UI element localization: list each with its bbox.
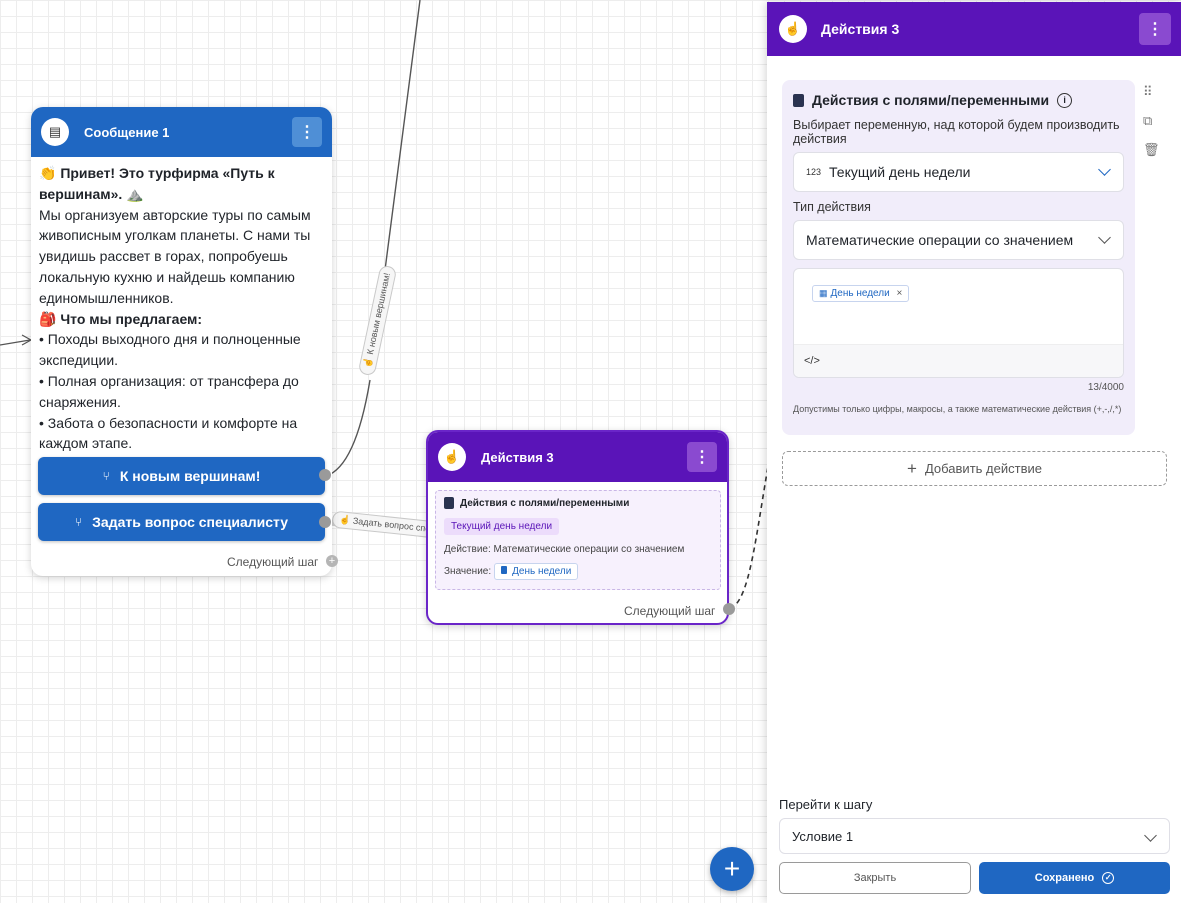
action-line: Действие: Математические операции со зна…	[444, 544, 685, 555]
hand-icon: ☝	[362, 355, 375, 369]
branch-icon: ⑂	[102, 469, 110, 483]
editor-variable-chip[interactable]: ▦ День недели ×	[812, 285, 910, 302]
variable-chip: Текущий день недели	[444, 518, 560, 535]
action-next-step: Следующий шаг	[624, 604, 716, 618]
port-new-peaks[interactable]	[319, 469, 331, 481]
add-node-button[interactable]: +	[710, 847, 754, 891]
action-node-header: ☝ Действия 3 ⋮	[428, 432, 727, 482]
new-peaks-button[interactable]: ⑂ К новым вершинам!	[38, 457, 325, 495]
intro-text: Мы организуем авторские туры по самым жи…	[39, 206, 311, 306]
calendar-icon: ▦	[819, 288, 828, 298]
variable-select[interactable]: 123 Текущий день недели	[793, 152, 1124, 192]
chevron-down-icon	[1098, 231, 1111, 244]
plus-icon: +	[907, 458, 917, 478]
value-chip: День недели	[494, 563, 579, 580]
action-node-title: Действия 3	[481, 449, 554, 465]
char-counter: 13/4000	[1087, 382, 1124, 393]
hand-pointer-icon: ☝	[779, 15, 807, 43]
goto-step-value: Условие 1	[792, 828, 854, 844]
remove-chip-icon[interactable]: ×	[897, 288, 903, 299]
variable-icon	[501, 566, 508, 574]
goto-step-label: Перейти к шагу	[779, 797, 873, 812]
panel-header: ☝ Действия 3 ⋮	[767, 2, 1181, 56]
value-hint: Допустимы только цифры, макросы, а также…	[793, 404, 1122, 414]
offer-heading: 🎒 Что мы предлагаем:	[39, 310, 203, 327]
hand-pointer-icon: ☝	[438, 443, 466, 471]
action-type-value: Математические операции со значением	[806, 232, 1074, 248]
add-action-button[interactable]: + Добавить действие	[782, 451, 1167, 486]
value-editor[interactable]: ▦ День недели × </>	[793, 268, 1124, 378]
code-icon[interactable]: </>	[804, 355, 820, 367]
drag-handle-icon[interactable]: ⠿	[1143, 84, 1152, 100]
calculator-icon	[793, 93, 804, 107]
bullet-1: • Походы выходного дня и полноценные экс…	[39, 331, 301, 369]
hand-icon: ☝	[338, 514, 351, 526]
message-next-step: Следующий шаг	[227, 555, 319, 569]
panel-menu-button[interactable]: ⋮	[1139, 13, 1171, 45]
action-card-title: Действия с полями/переменными	[812, 92, 1050, 108]
message-node-title: Сообщение 1	[84, 124, 170, 140]
copy-icon[interactable]: ⧉	[1143, 113, 1152, 129]
save-button[interactable]: Сохранено ✓	[979, 862, 1170, 894]
action-summary-title: Действия с полями/переменными	[460, 497, 630, 509]
chevron-down-icon	[1144, 829, 1157, 842]
message-icon: ▤	[41, 118, 69, 146]
action-settings-panel: ☝ Действия 3 ⋮ Действия с полями/перемен…	[767, 2, 1181, 903]
trash-icon[interactable]: 🗑	[1143, 142, 1160, 158]
variable-select-value: Текущий день недели	[829, 164, 971, 180]
number-type-icon: 123	[806, 167, 822, 177]
goto-step-select[interactable]: Условие 1	[779, 818, 1170, 854]
close-button[interactable]: Закрыть	[779, 862, 971, 894]
message-node-header: ▤ Сообщение 1 ⋮	[31, 107, 332, 157]
port-ask-specialist[interactable]	[319, 516, 331, 528]
message-node-menu-button[interactable]: ⋮	[292, 117, 322, 147]
bullet-3: • Забота о безопасности и комфорте на ка…	[39, 414, 298, 452]
chevron-down-icon	[1098, 163, 1111, 176]
branch-icon: ⑂	[74, 515, 83, 529]
calculator-icon	[444, 497, 454, 509]
check-circle-icon: ✓	[1102, 872, 1115, 884]
value-label: Значение:	[444, 566, 492, 577]
action-summary[interactable]: Действия с полями/переменными Текущий де…	[435, 490, 721, 590]
action-node-menu-button[interactable]: ⋮	[687, 442, 717, 472]
info-icon[interactable]: i	[1057, 92, 1073, 108]
port-action-next[interactable]	[723, 603, 735, 615]
message-body: 👏 Привет! Это турфирма «Путь к вершинам»…	[31, 157, 332, 454]
panel-title: Действия 3	[821, 21, 900, 37]
variable-description: Выбирает переменную, над которой будем п…	[793, 118, 1120, 146]
add-next-step-icon[interactable]: +	[326, 555, 338, 567]
ask-specialist-button[interactable]: ⑂ Задать вопрос специалисту	[38, 503, 325, 541]
greeting-text: 👏 Привет! Это турфирма «Путь к вершинам»…	[39, 165, 275, 202]
message-node[interactable]: ▤ Сообщение 1 ⋮ 👏 Привет! Это турфирма «…	[31, 107, 332, 576]
action-card: Действия с полями/переменными i Выбирает…	[782, 80, 1135, 435]
action-type-label: Тип действия	[793, 200, 871, 214]
action-type-select[interactable]: Математические операции со значением	[793, 220, 1124, 260]
bullet-2: • Полная организация: от трансфера до сн…	[39, 372, 299, 410]
action-node[interactable]: ☝ Действия 3 ⋮ Действия с полями/перемен…	[426, 430, 729, 625]
